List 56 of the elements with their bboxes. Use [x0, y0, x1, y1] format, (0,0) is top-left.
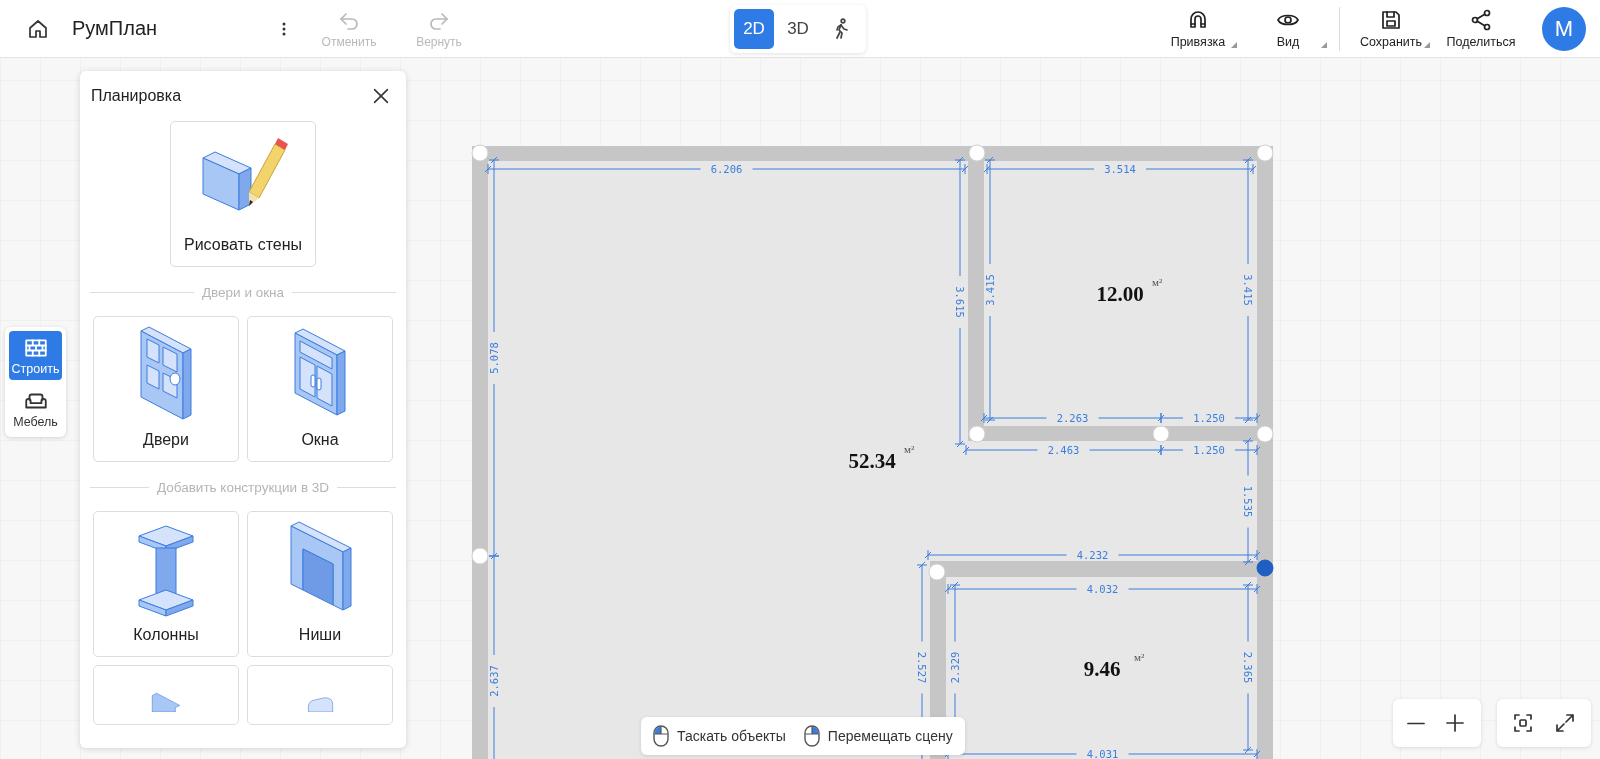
mouse-hint: Перемещать сцену [827, 728, 953, 744]
fullscreen-icon [1553, 711, 1577, 735]
snap-button[interactable]: Привязка [1153, 8, 1243, 49]
draw-walls-tile[interactable]: Рисовать стены [170, 121, 316, 267]
room-area: 12.00 [1096, 282, 1144, 306]
element-tile[interactable]: Двери [93, 316, 239, 462]
element-tile[interactable]: Окна [247, 316, 393, 462]
view-button[interactable]: Вид [1243, 8, 1333, 49]
element-tile[interactable]: Ниши [247, 511, 393, 657]
dimension-label: 2.637 [488, 665, 500, 697]
view-mode-tab[interactable]: 2D [734, 8, 774, 49]
element-tile[interactable] [247, 665, 393, 725]
dimension-label: 1.535 [1242, 485, 1254, 518]
dimension-label: 3.615 [954, 286, 966, 318]
room-area: 52.34 [848, 449, 896, 473]
sidebar-tab[interactable]: Строить [9, 331, 62, 380]
area-unit: м² [904, 443, 915, 455]
dimension-label: 3.415 [984, 274, 996, 306]
element-tile[interactable]: Колонны [93, 511, 239, 657]
share-button[interactable]: Поделиться [1436, 8, 1526, 49]
dimension-label: 2.263 [1056, 412, 1089, 424]
dimension-label: 4.032 [1086, 583, 1119, 595]
dimension-label: 1.250 [1193, 412, 1225, 424]
save-icon [1379, 8, 1403, 32]
dimension-label: 4.031 [1086, 748, 1119, 759]
area-unit: м² [1152, 276, 1163, 288]
section-title: Двери и окна [201, 285, 285, 300]
sidebar-tab[interactable]: Мебель [9, 384, 62, 433]
view-mode-tab[interactable]: 3D [778, 8, 818, 49]
dimension-label: 5.078 [488, 342, 500, 374]
dimension-label: 2.329 [949, 651, 961, 684]
app-title: РумПлан [72, 17, 159, 40]
dimension-label: 4.232 [1076, 549, 1109, 561]
mouse-hint: Таскать объекты [677, 728, 786, 744]
fit-to-screen-icon [1511, 711, 1535, 735]
mouse-icon [653, 725, 669, 747]
share-icon [1469, 8, 1493, 32]
dimension-label: 3.514 [1104, 163, 1136, 175]
dimension-label: 2.365 [1242, 651, 1254, 684]
room-area: 9.46 [1083, 657, 1121, 681]
more-icon [282, 21, 286, 36]
panel-title: Планировка [91, 87, 182, 105]
element-tile[interactable] [93, 665, 239, 725]
zoom-out-icon [1407, 721, 1425, 725]
zoom-in-icon [1443, 711, 1467, 735]
mouse-icon [803, 725, 820, 747]
dimension-label: 2.463 [1047, 444, 1080, 456]
dimension-label: 2.527 [916, 651, 928, 684]
dimension-label: 3.415 [1242, 274, 1254, 306]
area-unit: м² [1134, 651, 1145, 663]
section-title: Добавить конструкции в 3D [156, 480, 330, 495]
dimension-label: 1.250 [1193, 444, 1225, 456]
user-avatar[interactable]: M [1542, 6, 1586, 51]
dimension-label: 6.206 [710, 163, 743, 175]
save-button[interactable]: Сохранить [1346, 8, 1436, 49]
wall-node[interactable] [1256, 559, 1274, 577]
